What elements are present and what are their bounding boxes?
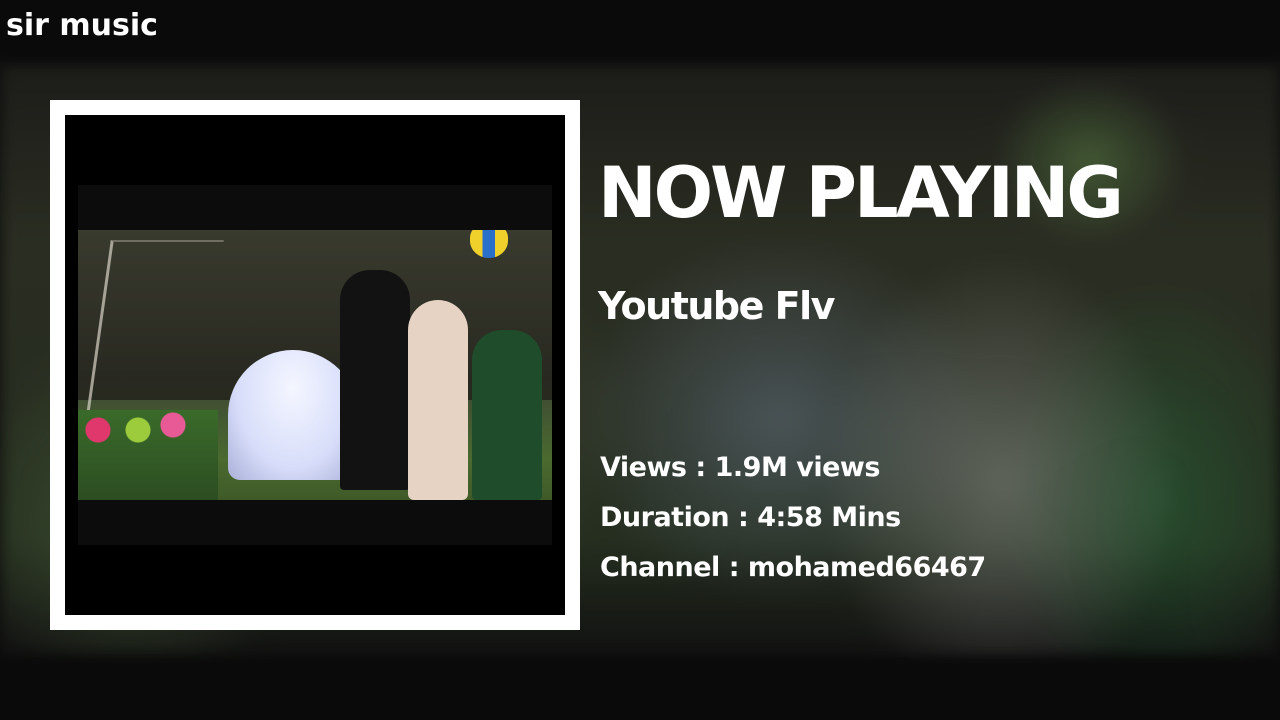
- wedding-scene-image: [78, 230, 552, 500]
- channel-line: Channel : mohamed66467: [600, 550, 986, 586]
- channel-label: Channel: [600, 552, 720, 583]
- views-separator: :: [695, 452, 715, 483]
- track-title: Youtube Flv: [598, 284, 835, 328]
- guest-shape: [408, 300, 468, 500]
- guest-green-shape: [472, 330, 542, 500]
- album-art-frame: [50, 100, 580, 630]
- duration-value: 4:58 Mins: [757, 502, 901, 533]
- bride-shape: [228, 350, 358, 480]
- views-line: Views : 1.9M views: [600, 450, 880, 486]
- top-shade: [0, 0, 1280, 62]
- brand-title: sir music: [6, 8, 158, 43]
- duration-separator: :: [738, 502, 758, 533]
- now-playing-heading: NOW PLAYING: [598, 152, 1124, 234]
- bottom-shade: [0, 658, 1280, 720]
- flowers-shape: [78, 410, 218, 500]
- views-label: Views: [600, 452, 687, 483]
- video-thumbnail: [78, 185, 552, 545]
- duration-label: Duration: [600, 502, 730, 533]
- groom-shape: [340, 270, 410, 490]
- channel-value: mohamed66467: [747, 552, 986, 583]
- views-value: 1.9M views: [714, 452, 881, 483]
- album-art: [65, 115, 565, 615]
- duration-line: Duration : 4:58 Mins: [600, 500, 901, 536]
- channel-separator: :: [728, 552, 748, 583]
